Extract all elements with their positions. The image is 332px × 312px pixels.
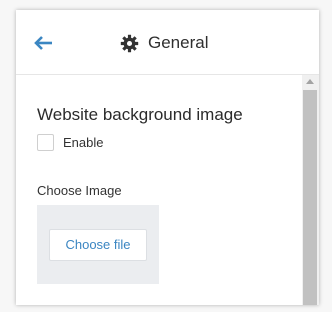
choose-file-button[interactable]: Choose file [49,229,147,261]
gear-icon [120,34,139,52]
back-button[interactable] [33,34,55,52]
choose-image-label: Choose Image [37,183,122,198]
scroll-up-arrow-icon[interactable] [306,79,314,84]
enable-checkbox-label[interactable]: Enable [63,134,103,151]
vertical-scrollbar[interactable] [302,75,319,305]
panel-header: General [16,10,319,75]
settings-panel: General Website background image Enable … [16,10,319,305]
page-title: General [148,33,209,52]
arrow-left-icon [34,36,52,50]
scrollbar-thumb[interactable] [303,90,317,305]
enable-checkbox[interactable] [37,134,54,151]
section-title: Website background image [37,105,243,124]
image-preview-box: Choose file [37,205,159,284]
settings-content: Website background image Enable Choose I… [16,75,302,305]
header-title-group: General [120,32,208,54]
